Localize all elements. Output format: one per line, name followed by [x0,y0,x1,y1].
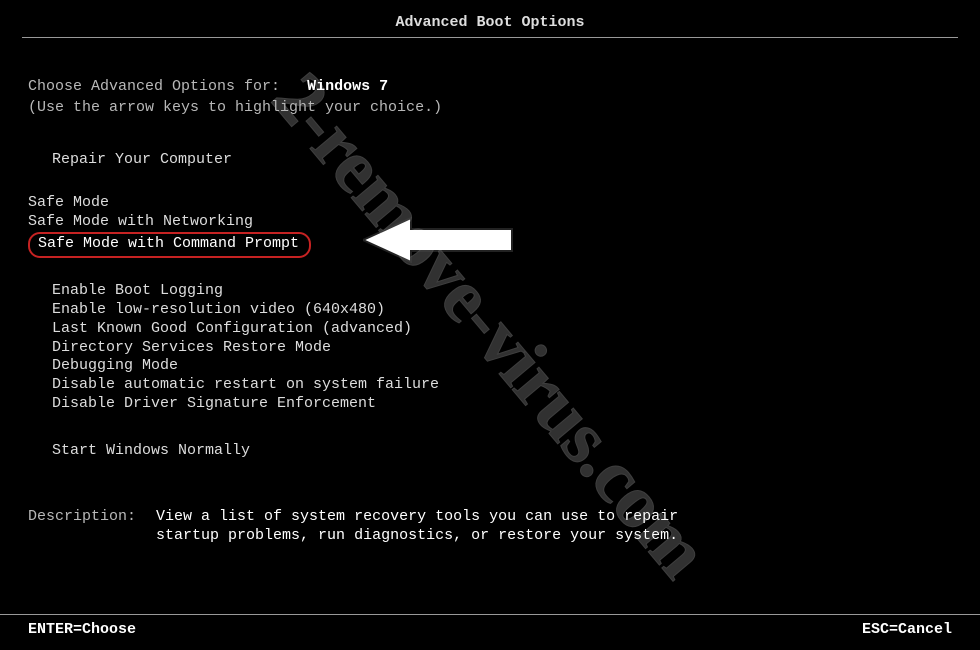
prompt-text: Choose Advanced Options for: [28,78,280,95]
footer-bar: ENTER=Choose ESC=Cancel [0,614,980,640]
menu-group-advanced: Enable Boot Logging Enable low-resolutio… [52,282,952,413]
os-name: Windows 7 [307,78,388,95]
hint-text: (Use the arrow keys to highlight your ch… [28,99,952,118]
menu-item-safe-mode-networking[interactable]: Safe Mode with Networking [28,213,952,232]
menu-item-last-known-good[interactable]: Last Known Good Configuration (advanced) [52,320,952,339]
menu-group-repair: Repair Your Computer [52,151,952,170]
description-text: View a list of system recovery tools you… [156,508,716,546]
menu-item-disable-driver-sig[interactable]: Disable Driver Signature Enforcement [52,395,952,414]
prompt-line: Choose Advanced Options for: Windows 7 [28,78,952,97]
menu-item-disable-auto-restart[interactable]: Disable automatic restart on system fail… [52,376,952,395]
description-block: Description: View a list of system recov… [28,508,952,546]
menu-item-start-normally[interactable]: Start Windows Normally [52,442,952,461]
footer-enter: ENTER=Choose [28,621,136,640]
menu-item-repair[interactable]: Repair Your Computer [52,151,952,170]
content-area: Choose Advanced Options for: Windows 7 (… [0,38,980,546]
menu-group-normal: Start Windows Normally [52,442,952,461]
description-label: Description: [28,508,136,546]
menu-item-safe-mode-cmd-wrapper[interactable]: Safe Mode with Command Prompt [28,232,952,259]
footer-esc: ESC=Cancel [862,621,952,640]
boot-screen: Advanced Boot Options Choose Advanced Op… [0,0,980,650]
menu-item-ds-restore[interactable]: Directory Services Restore Mode [52,339,952,358]
menu-group-safemode: Safe Mode Safe Mode with Networking Safe… [28,194,952,258]
menu-item-boot-logging[interactable]: Enable Boot Logging [52,282,952,301]
menu-item-low-res[interactable]: Enable low-resolution video (640x480) [52,301,952,320]
menu-item-safe-mode[interactable]: Safe Mode [28,194,952,213]
page-title: Advanced Boot Options [0,0,980,37]
menu-item-safe-mode-cmd[interactable]: Safe Mode with Command Prompt [28,232,311,259]
menu-item-debugging[interactable]: Debugging Mode [52,357,952,376]
